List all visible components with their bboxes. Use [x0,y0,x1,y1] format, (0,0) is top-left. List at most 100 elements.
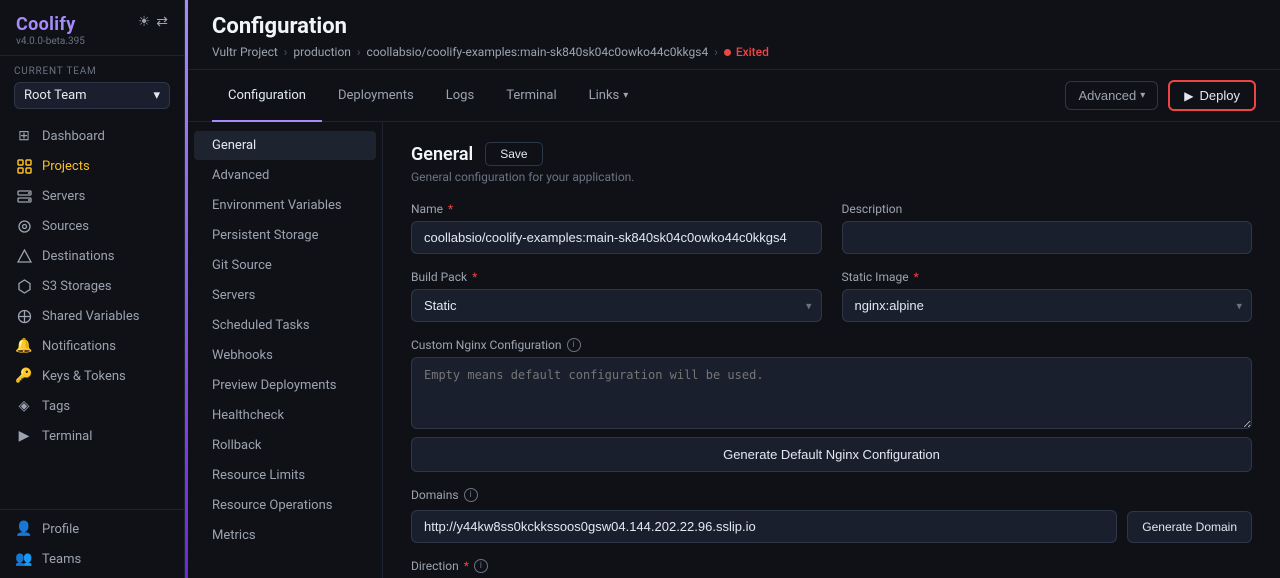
toggle-icon[interactable]: ⇄ [156,14,168,30]
required-indicator: * [448,202,453,216]
sub-nav-general[interactable]: General [194,131,376,160]
tab-logs[interactable]: Logs [430,71,490,122]
sidebar-item-projects[interactable]: Projects [0,151,184,181]
sidebar-item-destinations[interactable]: Destinations [0,241,184,271]
sidebar-bottom: 👤 Profile 👥 Teams [0,509,184,578]
generate-domain-button[interactable]: Generate Domain [1127,511,1252,543]
required-indicator: * [914,270,919,284]
sidebar-item-label: Shared Variables [42,309,139,324]
generate-nginx-button[interactable]: Generate Default Nginx Configuration [411,437,1252,472]
sidebar-item-label: Terminal [42,429,92,444]
chevron-down-icon: ▾ [153,88,160,103]
sun-icon[interactable]: ☀ [138,14,151,30]
tab-configuration[interactable]: Configuration [212,71,322,122]
sub-nav-resource-limits[interactable]: Resource Limits [194,461,376,490]
tab-bar: Configuration Deployments Logs Terminal … [188,70,1280,122]
info-icon[interactable]: i [474,559,488,573]
status-label: Exited [736,45,769,59]
tabs: Configuration Deployments Logs Terminal … [212,70,644,121]
sub-nav-rollback[interactable]: Rollback [194,431,376,460]
sidebar: Coolify v4.0.0-beta.395 ☀ ⇄ Current Team… [0,0,185,578]
static-image-label: Static Image * [842,270,1253,284]
sub-nav-resource-operations[interactable]: Resource Operations [194,491,376,520]
deploy-label: Deploy [1200,88,1240,103]
sub-nav-metrics[interactable]: Metrics [194,521,376,550]
description-input[interactable] [842,221,1253,254]
info-icon[interactable]: i [464,488,478,502]
notifications-icon: 🔔 [16,338,32,354]
breadcrumb-sep-1: › [284,45,288,59]
general-heading: General [411,144,473,165]
advanced-button[interactable]: Advanced ▾ [1065,81,1158,110]
chevron-down-icon: ▾ [623,90,628,101]
sidebar-item-sources[interactable]: Sources [0,211,184,241]
nginx-config-group: Custom Nginx Configuration i [411,338,1252,429]
team-dropdown[interactable]: Root Team ▾ [14,82,170,109]
sidebar-item-label: Profile [42,522,79,537]
tab-terminal[interactable]: Terminal [490,71,572,122]
sub-nav-git-source[interactable]: Git Source [194,251,376,280]
tab-deployments[interactable]: Deployments [322,71,430,122]
status-dot [724,49,731,56]
sidebar-item-terminal[interactable]: ▶ Terminal [0,421,184,451]
sidebar-item-servers[interactable]: Servers [0,181,184,211]
sidebar-item-s3storages[interactable]: S3 Storages [0,271,184,301]
teams-icon: 👥 [16,551,32,567]
terminal-icon: ▶ [16,428,32,444]
description-group: Description [842,202,1253,254]
sources-icon [16,218,32,234]
domains-label: Domains i [411,488,1252,502]
sub-nav-servers[interactable]: Servers [194,281,376,310]
form-content: General Save General configuration for y… [383,122,1280,578]
breadcrumb-app[interactable]: coollabsio/coolify-examples:main-sk840sk… [367,45,709,59]
app-logo-title: Coolify [16,14,85,35]
buildpack-select[interactable]: Static [411,289,822,322]
sidebar-item-label: Tags [42,399,70,414]
sidebar-item-label: Sources [42,219,89,234]
save-button[interactable]: Save [485,142,542,166]
sidebar-item-label: Destinations [42,249,115,264]
sidebar-item-keys-tokens[interactable]: 🔑 Keys & Tokens [0,361,184,391]
sidebar-item-notifications[interactable]: 🔔 Notifications [0,331,184,361]
name-input[interactable] [411,221,822,254]
sidebar-item-label: Projects [42,159,90,174]
logo-icons: ☀ ⇄ [138,14,168,30]
static-image-select[interactable]: nginx:alpine [842,289,1253,322]
deploy-button[interactable]: ▶ Deploy [1168,80,1256,111]
breadcrumb-project[interactable]: Vultr Project [212,45,278,59]
static-image-group: Static Image * nginx:alpine ▾ [842,270,1253,322]
direction-group: Direction * i [411,559,1252,573]
name-label: Name * [411,202,822,216]
domains-group: Domains i [411,488,1252,502]
sub-nav-preview-deployments[interactable]: Preview Deployments [194,371,376,400]
nginx-config-textarea[interactable] [411,357,1252,429]
sidebar-item-label: Teams [42,552,81,567]
sidebar-item-label: Keys & Tokens [42,369,126,384]
sidebar-item-teams[interactable]: 👥 Teams [0,544,184,574]
sub-nav-webhooks[interactable]: Webhooks [194,341,376,370]
sub-nav-scheduled-tasks[interactable]: Scheduled Tasks [194,311,376,340]
nginx-config-label: Custom Nginx Configuration i [411,338,1252,352]
sub-nav-persistent-storage[interactable]: Persistent Storage [194,221,376,250]
keys-icon: 🔑 [16,368,32,384]
required-indicator: * [472,270,477,284]
tab-links[interactable]: Links ▾ [573,71,645,122]
profile-icon: 👤 [16,521,32,537]
sidebar-item-profile[interactable]: 👤 Profile [0,514,184,544]
sidebar-item-shared-variables[interactable]: Shared Variables [0,301,184,331]
sidebar-item-label: Dashboard [42,129,105,144]
info-icon[interactable]: i [567,338,581,352]
buildpack-select-wrapper: Static ▾ [411,289,822,322]
description-label: Description [842,202,1253,216]
breadcrumb-env[interactable]: production [293,45,351,59]
sidebar-item-tags[interactable]: ◈ Tags [0,391,184,421]
domains-input[interactable] [411,510,1117,543]
team-selector-area: Current Team Root Team ▾ [0,56,184,117]
main-nav: ⊞ Dashboard Projects [0,117,184,509]
form-section-desc: General configuration for your applicati… [411,170,1252,184]
sidebar-item-dashboard[interactable]: ⊞ Dashboard [0,121,184,151]
team-name: Root Team [24,88,87,103]
sub-nav-env-vars[interactable]: Environment Variables [194,191,376,220]
sub-nav-advanced[interactable]: Advanced [194,161,376,190]
sub-nav-healthcheck[interactable]: Healthcheck [194,401,376,430]
